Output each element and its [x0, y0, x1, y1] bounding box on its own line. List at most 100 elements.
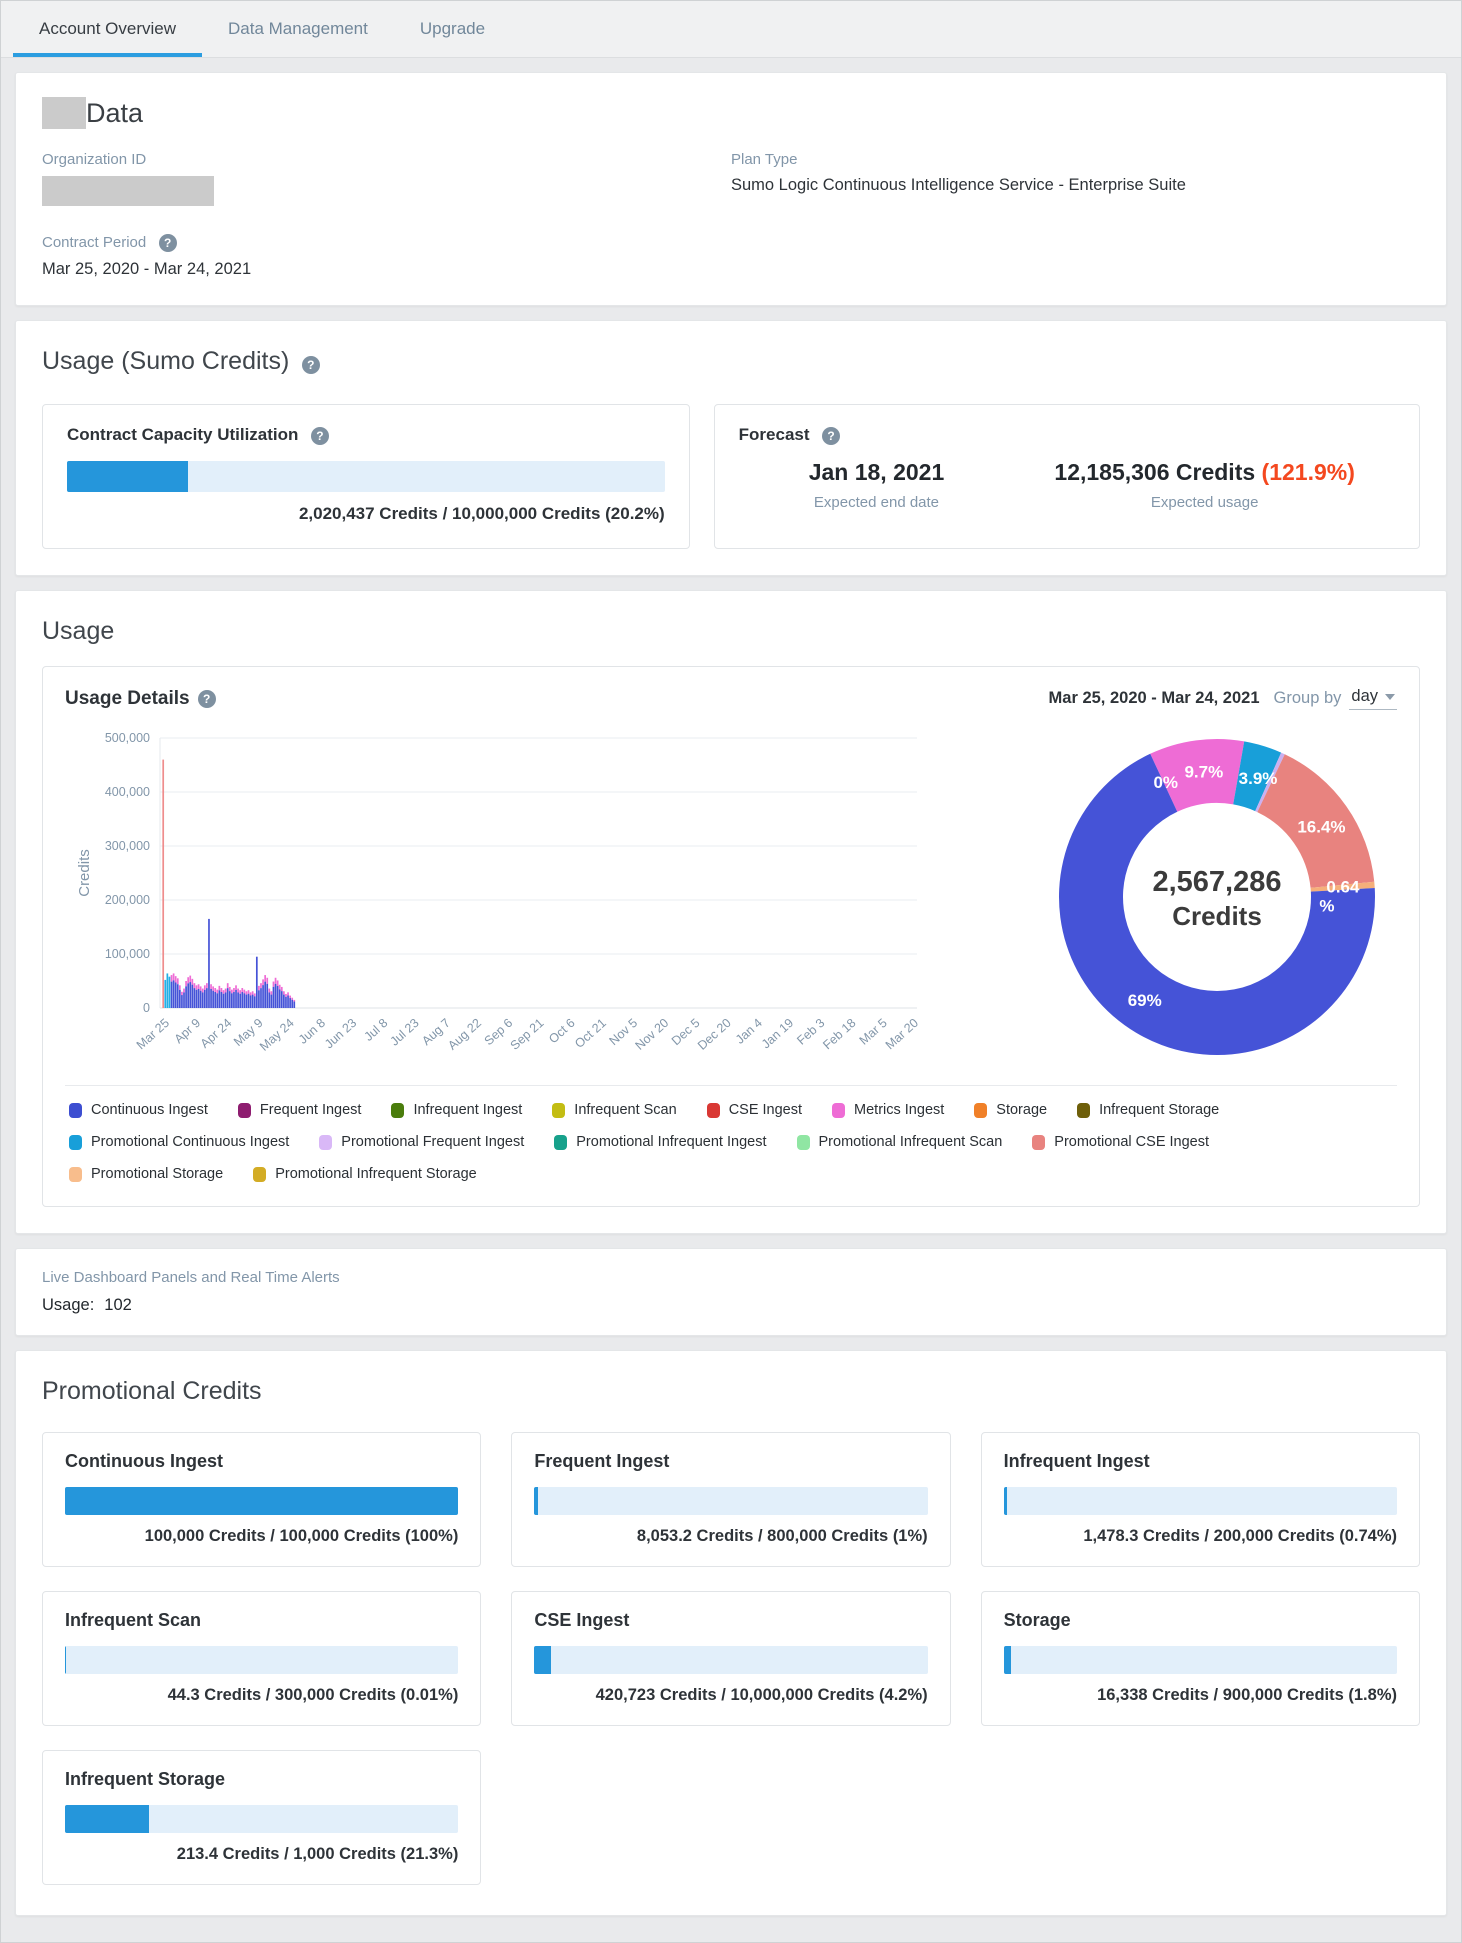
tab-upgrade[interactable]: Upgrade: [394, 1, 511, 57]
svg-text:2,567,286: 2,567,286: [1152, 866, 1281, 898]
usage-card: Usage Usage Details ? Mar 25, 2020 - Mar…: [15, 590, 1447, 1234]
promo-card-value: 8,053.2 Credits / 800,000 Credits (1%): [534, 1527, 927, 1546]
svg-text:Aug 22: Aug 22: [445, 1016, 484, 1053]
promo-progress-fill: [1004, 1487, 1007, 1515]
promo-progress-fill: [1004, 1646, 1011, 1674]
promotional-grid: Continuous Ingest 100,000 Credits / 100,0…: [42, 1432, 1420, 1885]
forecast-end-date-label: Expected end date: [739, 494, 1015, 511]
forecast-usage-value: 12,185,306 Credits: [1054, 459, 1255, 485]
legend-label: Infrequent Storage: [1099, 1102, 1219, 1118]
promo-progress-track: [1004, 1646, 1397, 1674]
svg-text:Jul 8: Jul 8: [361, 1016, 390, 1044]
promo-card-title: Infrequent Storage: [65, 1769, 458, 1790]
legend-label: Promotional Continuous Ingest: [91, 1134, 289, 1150]
account-title: Data: [42, 97, 1420, 129]
legend-item[interactable]: CSE Ingest: [707, 1102, 802, 1118]
legend-item[interactable]: Promotional Infrequent Storage: [253, 1166, 477, 1182]
legend-item[interactable]: Promotional Storage: [69, 1166, 223, 1182]
legend-item[interactable]: Promotional Frequent Ingest: [319, 1134, 524, 1150]
promo-progress-fill: [65, 1805, 149, 1833]
promo-progress-track: [65, 1487, 458, 1515]
promo-card-infrequent-storage: Infrequent Storage213.4 Credits / 1,000 …: [42, 1750, 481, 1885]
usage-details-help-icon[interactable]: ?: [198, 690, 216, 708]
forecast-help-icon[interactable]: ?: [822, 427, 840, 445]
legend-swatch: [832, 1103, 845, 1118]
legend-item[interactable]: Promotional Continuous Ingest: [69, 1134, 289, 1150]
promo-progress-track: [534, 1646, 927, 1674]
legend-swatch: [238, 1103, 251, 1118]
group-by-control[interactable]: Group by day: [1274, 687, 1397, 710]
legend-swatch: [552, 1103, 565, 1118]
promo-card-infrequent-ingest: Infrequent Ingest1,478.3 Credits / 200,0…: [981, 1432, 1420, 1567]
group-by-value: day: [1351, 687, 1378, 706]
legend-item[interactable]: Continuous Ingest: [69, 1102, 208, 1118]
legend-swatch: [391, 1103, 404, 1118]
promo-card-title: Infrequent Scan: [65, 1610, 458, 1631]
legend-swatch: [319, 1135, 332, 1150]
group-by-select[interactable]: day: [1349, 687, 1397, 710]
svg-text:69%: 69%: [1128, 991, 1162, 1010]
legend-label: Promotional Frequent Ingest: [341, 1134, 524, 1150]
live-dashboard-usage: Usage:102: [42, 1296, 1420, 1315]
svg-text:0: 0: [143, 1001, 150, 1015]
legend-item[interactable]: Promotional CSE Ingest: [1032, 1134, 1209, 1150]
tab-data-management[interactable]: Data Management: [202, 1, 394, 57]
live-dashboard-title: Live Dashboard Panels and Real Time Aler…: [42, 1269, 1420, 1286]
tab-account-overview[interactable]: Account Overview: [13, 1, 202, 57]
legend-item[interactable]: Promotional Infrequent Ingest: [554, 1134, 766, 1150]
page: Account Overview Data Management Upgrade…: [0, 0, 1462, 1943]
chevron-down-icon: [1385, 694, 1395, 700]
legend-item[interactable]: Storage: [974, 1102, 1047, 1118]
redacted-org-id: [42, 176, 214, 206]
legend-item[interactable]: Metrics Ingest: [832, 1102, 944, 1118]
promo-card-title: Storage: [1004, 1610, 1397, 1631]
account-info-card: Data Organization ID Contract Period ? M…: [15, 72, 1447, 306]
forecast-usage: 12,185,306 Credits (121.9%): [1014, 459, 1395, 486]
svg-text:0%: 0%: [1153, 773, 1178, 792]
forecast-end-date: Jan 18, 2021: [739, 459, 1015, 486]
promo-card-cse-ingest: CSE Ingest420,723 Credits / 10,000,000 C…: [511, 1591, 950, 1726]
legend-label: Promotional Infrequent Scan: [819, 1134, 1003, 1150]
promo-progress-fill: [534, 1487, 538, 1515]
capacity-progress-fill: [67, 461, 188, 492]
legend-item[interactable]: Infrequent Storage: [1077, 1102, 1219, 1118]
promo-card-value: 420,723 Credits / 10,000,000 Credits (4.…: [534, 1686, 927, 1705]
promo-progress-track: [65, 1646, 458, 1674]
promo-card-title: Continuous Ingest: [65, 1451, 458, 1472]
contract-capacity-card: Contract Capacity Utilization ? 2,020,43…: [42, 404, 690, 549]
group-by-label: Group by: [1274, 689, 1342, 708]
capacity-help-icon[interactable]: ?: [311, 427, 329, 445]
legend-item[interactable]: Infrequent Scan: [552, 1102, 676, 1118]
legend-label: CSE Ingest: [729, 1102, 802, 1118]
usage-details-card: Usage Details ? Mar 25, 2020 - Mar 24, 2…: [42, 666, 1420, 1207]
forecast-title: Forecast: [739, 425, 810, 444]
usage-credits-help-icon[interactable]: ?: [302, 356, 320, 374]
promo-card-value: 100,000 Credits / 100,000 Credits (100%): [65, 1527, 458, 1546]
usage-credits-title: Usage (Sumo Credits): [42, 347, 289, 375]
contract-period-help-icon[interactable]: ?: [159, 234, 177, 252]
redacted-account-name: [42, 97, 86, 129]
plan-type-label: Plan Type: [731, 151, 1420, 168]
promo-progress-fill: [65, 1487, 458, 1515]
legend-swatch: [974, 1103, 987, 1118]
usage-title: Usage: [42, 617, 1420, 646]
legend-label: Promotional Storage: [91, 1166, 223, 1182]
promo-card-title: Frequent Ingest: [534, 1451, 927, 1472]
promo-progress-track: [65, 1805, 458, 1833]
legend-item[interactable]: Frequent Ingest: [238, 1102, 362, 1118]
svg-text:%: %: [1319, 897, 1334, 916]
promotional-credits-card: Promotional Credits Continuous Ingest 100…: [15, 1350, 1447, 1916]
svg-text:Credits: Credits: [76, 849, 93, 897]
legend-label: Infrequent Ingest: [413, 1102, 522, 1118]
promo-card-value: 44.3 Credits / 300,000 Credits (0.01%): [65, 1686, 458, 1705]
promotional-credits-title: Promotional Credits: [42, 1377, 1420, 1406]
svg-text:Sep 21: Sep 21: [508, 1016, 547, 1053]
live-usage-value: 102: [104, 1296, 132, 1314]
legend-item[interactable]: Promotional Infrequent Scan: [797, 1134, 1003, 1150]
legend-label: Promotional Infrequent Storage: [275, 1166, 477, 1182]
promo-card-continuous-ingest: Continuous Ingest 100,000 Credits / 100,0…: [42, 1432, 481, 1567]
legend-item[interactable]: Infrequent Ingest: [391, 1102, 522, 1118]
contract-period-label: Contract Period: [42, 234, 146, 251]
svg-text:200,000: 200,000: [105, 893, 150, 907]
usage-legend: Continuous Ingest Frequent Ingest Infreque…: [65, 1085, 1397, 1190]
